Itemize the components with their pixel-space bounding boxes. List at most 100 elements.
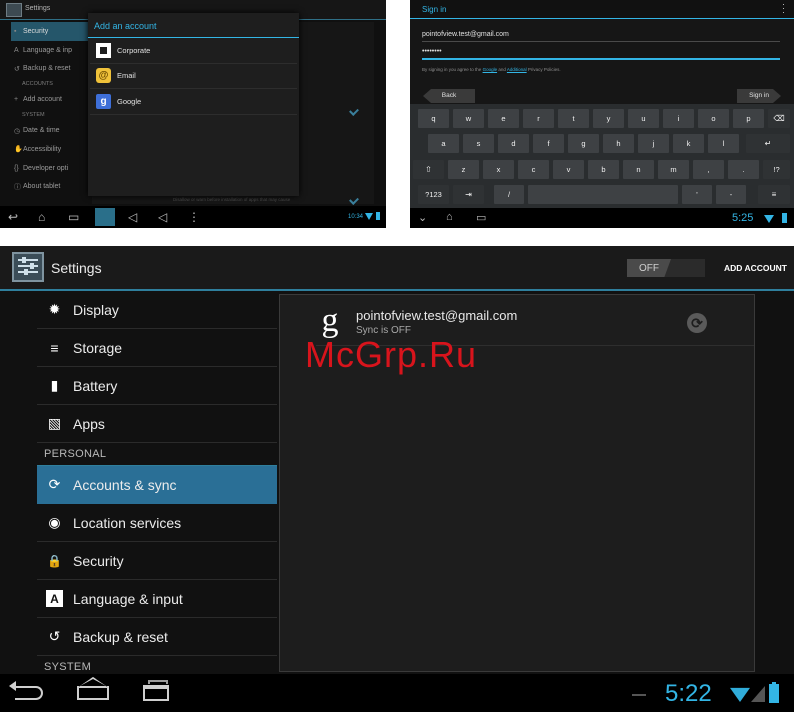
key[interactable]: i <box>663 109 694 128</box>
menu-item-backup[interactable]: ↺ Backup & reset <box>14 60 90 79</box>
nav-item-security[interactable]: 🔒 Security <box>37 542 277 580</box>
space-key[interactable] <box>528 185 678 204</box>
menu-item-developer[interactable]: {} Developer opti <box>14 159 90 178</box>
home-icon[interactable]: ⌂ <box>446 211 453 223</box>
nav-item-backup[interactable]: ↺ Backup & reset <box>37 618 277 656</box>
checkbox-icon[interactable] <box>349 106 359 116</box>
key[interactable]: . <box>728 160 759 179</box>
key[interactable]: d <box>498 134 529 153</box>
back-icon[interactable]: ↩ <box>8 210 18 224</box>
backspace-key[interactable]: ⌫ <box>768 109 790 128</box>
terms-text: By signing in you agree to the Google an… <box>422 67 561 72</box>
key[interactable]: e <box>488 109 519 128</box>
nav-item-label: Storage <box>73 339 123 356</box>
key[interactable]: j <box>638 134 669 153</box>
nav-item-location[interactable]: ◉ Location services <box>37 504 277 542</box>
key[interactable]: k <box>673 134 704 153</box>
sync-icon[interactable]: ⟳ <box>687 313 707 333</box>
key[interactable]: w <box>453 109 484 128</box>
key[interactable]: s <box>463 134 494 153</box>
option-email[interactable]: @ Email <box>90 64 297 89</box>
key[interactable]: y <box>593 109 624 128</box>
password-field[interactable]: •••••••• <box>422 48 780 60</box>
hide-keyboard-icon[interactable]: ⌄ <box>418 211 427 224</box>
display-icon: ✹ <box>48 301 61 317</box>
tab-key[interactable]: ⇥ <box>453 185 484 204</box>
shift-key[interactable]: ⇧ <box>413 160 444 179</box>
key[interactable]: o <box>698 109 729 128</box>
key[interactable]: v <box>553 160 584 179</box>
recent-apps-icon[interactable] <box>143 680 169 701</box>
key[interactable]: q <box>418 109 449 128</box>
punctuation-key[interactable]: !? <box>763 160 790 179</box>
nav-item-accounts-sync[interactable]: ⟳ Accounts & sync <box>37 466 277 504</box>
key[interactable]: g <box>568 134 599 153</box>
battery-icon <box>782 213 787 223</box>
sign-in-button[interactable]: Sign in <box>737 89 781 103</box>
menu-item-label: Date & time <box>23 127 60 135</box>
clock: 5:25 <box>732 212 754 224</box>
nav-item-language[interactable]: A Language & input <box>37 580 277 618</box>
volume-down-icon[interactable]: ◁ <box>128 210 137 224</box>
menu-item-add-account[interactable]: + Add account <box>14 90 90 109</box>
screenshot-icon[interactable] <box>95 208 115 226</box>
option-google[interactable]: g Google <box>90 89 297 115</box>
key[interactable]: f <box>533 134 564 153</box>
option-corporate[interactable]: Corporate <box>90 38 297 64</box>
terms-link-google[interactable]: Google <box>483 67 498 72</box>
overflow-icon[interactable]: ⋮ <box>188 210 200 224</box>
apostrophe-key[interactable]: ' <box>682 185 712 204</box>
enter-key[interactable]: ↵ <box>746 134 790 153</box>
plus-icon: + <box>14 96 19 104</box>
nav-item-display[interactable]: ✹ Display <box>37 291 277 329</box>
key[interactable]: p <box>733 109 764 128</box>
menu-item-security[interactable]: ▪ Security <box>11 22 90 41</box>
menu-item-about[interactable]: ⓘ About tablet <box>14 178 90 197</box>
key[interactable]: r <box>523 109 554 128</box>
volume-up-icon[interactable]: ◁ <box>158 210 167 224</box>
settings-menu: ▪ Security A Language & inp ↺ Backup & r… <box>11 22 90 197</box>
sign-in-header: Sign in · · · <box>410 0 794 19</box>
recent-apps-icon[interactable]: ▭ <box>476 211 486 224</box>
option-label: Google <box>117 96 142 106</box>
nav-item-storage[interactable]: ≡ Storage <box>37 329 277 367</box>
key[interactable]: u <box>628 109 659 128</box>
menu-item-language[interactable]: A Language & inp <box>14 41 90 60</box>
key[interactable]: n <box>623 160 654 179</box>
menu-item-date-time[interactable]: ◷ Date & time <box>14 121 90 140</box>
symbols-key[interactable]: ?123 <box>418 185 449 204</box>
key[interactable]: h <box>603 134 634 153</box>
dash-key[interactable]: - <box>716 185 746 204</box>
recent-apps-icon[interactable]: ▭ <box>68 210 79 224</box>
lock-icon: ▪ <box>14 27 17 35</box>
terms-link-additional[interactable]: Additional <box>507 67 527 72</box>
auto-sync-toggle[interactable]: OFF <box>627 259 705 277</box>
key[interactable]: m <box>658 160 689 179</box>
menu-item-accessibility[interactable]: ✋ Accessibility <box>14 140 90 159</box>
nav-item-label: Display <box>73 301 119 318</box>
nav-item-apps[interactable]: ▧ Apps <box>37 405 277 443</box>
settings-app-icon[interactable] <box>12 252 44 282</box>
key[interactable]: l <box>708 134 739 153</box>
key[interactable]: c <box>518 160 549 179</box>
keyboard-settings-key[interactable]: ≡ <box>758 185 790 204</box>
checkbox-icon[interactable] <box>349 195 359 205</box>
overflow-menu-icon[interactable]: · · · <box>782 0 785 17</box>
nav-item-battery[interactable]: ▮ Battery <box>37 367 277 405</box>
home-icon[interactable] <box>77 686 109 700</box>
slash-key[interactable]: / <box>494 185 524 204</box>
key[interactable]: b <box>588 160 619 179</box>
language-icon: A <box>14 46 19 54</box>
add-account-button[interactable]: ADD ACCOUNT <box>724 263 787 273</box>
key[interactable]: , <box>693 160 724 179</box>
back-icon[interactable] <box>9 681 43 700</box>
developer-icon: {} <box>14 164 19 172</box>
key[interactable]: a <box>428 134 459 153</box>
key[interactable]: z <box>448 160 479 179</box>
back-button[interactable]: Back <box>423 89 475 103</box>
key[interactable]: t <box>558 109 589 128</box>
key[interactable]: x <box>483 160 514 179</box>
home-icon[interactable]: ⌂ <box>38 210 45 224</box>
signal-icon <box>751 686 765 702</box>
email-field[interactable]: pointofview.test@gmail.com <box>422 31 780 42</box>
